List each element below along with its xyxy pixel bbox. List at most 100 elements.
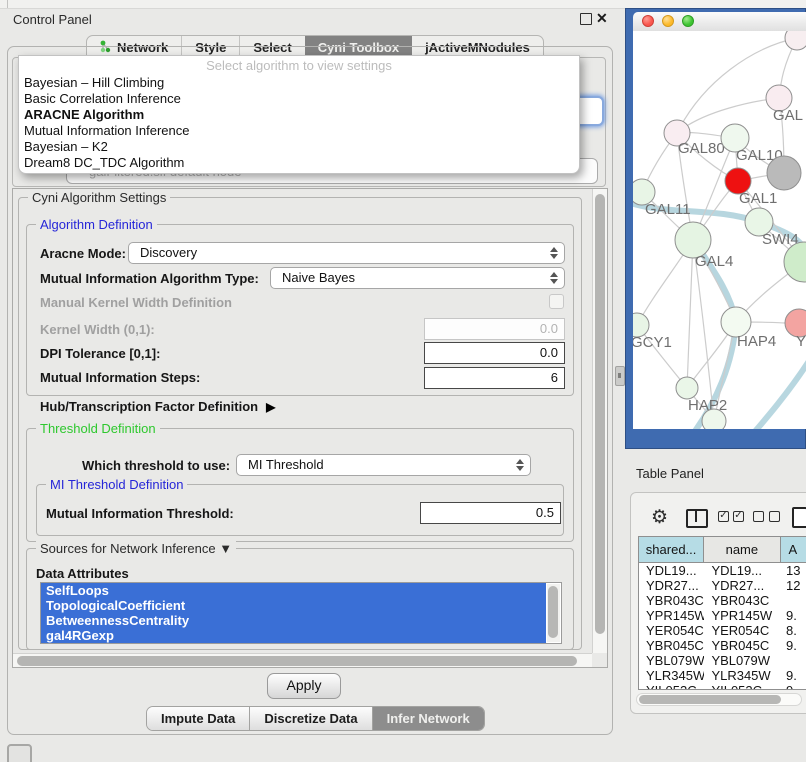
dpi-tolerance-field[interactable]: 0.0 xyxy=(424,342,565,364)
manual-kernel-checkbox[interactable] xyxy=(549,294,564,309)
dropdown-item[interactable]: Dream8 DC_TDC Algorithm xyxy=(19,155,579,171)
network-canvas[interactable]: GALGAL80GAL10GAL1GAL11SWI4GAL4HAP4YGCY1H… xyxy=(633,31,806,429)
gear-icon[interactable]: ⚙ xyxy=(651,506,668,529)
network-node[interactable] xyxy=(676,377,698,399)
list-vertical-scrollbar[interactable] xyxy=(547,584,560,642)
dropdown-item[interactable]: Basic Correlation Inference xyxy=(19,91,579,107)
panel-corner-icon[interactable] xyxy=(7,744,32,762)
which-threshold-combo[interactable]: MI Threshold xyxy=(236,454,531,476)
table-row[interactable]: YIL052C YIL052C 9 xyxy=(639,683,806,690)
attribute-item[interactable]: gal4RGexp xyxy=(41,628,546,643)
column-header-clipped[interactable]: A xyxy=(781,537,806,562)
checked-checkbox-icon[interactable]: ✓ xyxy=(718,511,729,522)
float-panel-icon[interactable] xyxy=(580,13,592,25)
hub-definition-toggle[interactable]: Hub/Transcription Factor Definition▶ xyxy=(40,399,275,414)
cell-name: YER054C xyxy=(704,623,781,638)
scrollbar-thumb[interactable] xyxy=(17,656,577,666)
close-window-icon[interactable] xyxy=(642,15,654,27)
cell-name: YBR043C xyxy=(704,593,781,608)
dpi-tolerance-label: DPI Tolerance [0,1]: xyxy=(40,346,160,361)
network-node-label: GAL80 xyxy=(678,140,725,157)
network-node-label: GAL4 xyxy=(695,253,733,270)
mi-steps-field[interactable]: 6 xyxy=(424,367,565,389)
dropdown-item[interactable]: Bayesian – K2 xyxy=(19,139,579,155)
apply-button[interactable]: Apply xyxy=(267,673,341,699)
dropdown-item-list: Bayesian – Hill ClimbingBasic Correlatio… xyxy=(19,75,579,171)
columns-icon[interactable] xyxy=(686,509,708,528)
which-threshold-value: MI Threshold xyxy=(248,457,324,472)
column-header-shared-name[interactable]: shared... xyxy=(639,537,704,562)
cell-name: YPR145W xyxy=(704,608,781,623)
screen: Control Panel ✕ Network Style Select Cyn… xyxy=(0,0,806,762)
table-row[interactable]: YPR145W YPR145W 9. xyxy=(639,608,806,623)
cell-shared-name: YBR045C xyxy=(639,638,704,653)
minimize-window-icon[interactable] xyxy=(662,15,674,27)
cell-value: 13 xyxy=(781,563,806,578)
settings-vertical-scrollbar[interactable] xyxy=(592,189,607,653)
checked-checkbox-icon[interactable]: ✓ xyxy=(733,511,744,522)
table-row[interactable]: YER054C YER054C 8. xyxy=(639,623,806,638)
column-header-name[interactable]: name xyxy=(704,537,780,562)
cell-value: 12 xyxy=(781,578,806,593)
cell-shared-name: YBR043C xyxy=(639,593,704,608)
discretize-data-button[interactable]: Discretize Data xyxy=(249,707,371,730)
table-row[interactable]: YBL079W YBL079W xyxy=(639,653,806,668)
group-title[interactable]: Sources for Network Inference ▼ xyxy=(36,541,236,556)
zoom-window-icon[interactable] xyxy=(682,15,694,27)
attribute-item[interactable]: SelfLoops xyxy=(41,583,546,598)
control-panel-title: Control Panel xyxy=(13,12,92,27)
cell-value: 9. xyxy=(781,608,806,623)
attr-items: SelfLoopsTopologicalCoefficientBetweenne… xyxy=(41,583,561,643)
table-horizontal-scrollbar[interactable] xyxy=(636,693,802,706)
group-title: Algorithm Definition xyxy=(36,217,157,232)
scrollbar-thumb[interactable] xyxy=(548,586,558,638)
table-row[interactable]: YBR043C YBR043C xyxy=(639,593,806,608)
table-row[interactable]: YBR045C YBR045C 9. xyxy=(639,638,806,653)
stepper-arrows-icon xyxy=(550,272,557,284)
group-title: Threshold Definition xyxy=(36,421,160,436)
cell-value: 9. xyxy=(781,668,806,683)
table-header-row: shared... name A xyxy=(639,537,806,563)
unchecked-checkbox-icon[interactable] xyxy=(769,511,780,522)
mi-type-combo[interactable]: Naive Bayes xyxy=(270,267,565,289)
mi-threshold-field[interactable]: 0.5 xyxy=(420,502,561,524)
attribute-item[interactable]: BetweennessCentrality xyxy=(41,613,546,628)
cell-name: YDR27... xyxy=(704,578,781,593)
scrollbar-thumb[interactable] xyxy=(595,194,605,634)
aracne-mode-label: Aracne Mode: xyxy=(40,246,126,261)
cell-name: YBR045C xyxy=(704,638,781,653)
network-window-titlebar[interactable] xyxy=(633,12,806,32)
kernel-width-label: Kernel Width (0,1): xyxy=(40,322,155,337)
data-attributes-list[interactable]: SelfLoopsTopologicalCoefficientBetweenne… xyxy=(40,582,562,644)
network-node[interactable] xyxy=(767,156,801,190)
dropdown-item[interactable]: Mutual Information Inference xyxy=(19,123,579,139)
collapse-arrow-icon: ▼ xyxy=(219,541,232,556)
split-pane-handle[interactable] xyxy=(615,366,625,386)
stepper-arrows-icon xyxy=(516,459,523,471)
impute-data-button[interactable]: Impute Data xyxy=(147,707,249,730)
cell-shared-name: YDL19... xyxy=(639,563,704,578)
table-row[interactable]: YDR27... YDR27... 12 xyxy=(639,578,806,593)
dropdown-item[interactable]: Bayesian – Hill Climbing xyxy=(19,75,579,91)
unchecked-checkbox-icon[interactable] xyxy=(753,511,764,522)
cell-shared-name: YER054C xyxy=(639,623,704,638)
cell-value xyxy=(781,653,806,668)
aracne-mode-combo[interactable]: Discovery xyxy=(128,242,565,264)
network-node-label: HAP4 xyxy=(737,333,776,350)
dropdown-item[interactable]: ARACNE Algorithm xyxy=(19,107,579,123)
table-row[interactable]: YDL19... YDL19... 13 xyxy=(639,563,806,578)
settings-horizontal-scrollbar[interactable] xyxy=(13,653,592,667)
kernel-width-field[interactable]: 0.0 xyxy=(424,318,565,340)
infer-network-button[interactable]: Infer Network xyxy=(372,707,484,730)
table-row[interactable]: YLR345W YLR345W 9. xyxy=(639,668,806,683)
dropdown-prompt: Select algorithm to view settings xyxy=(19,56,579,75)
scrollbar-thumb[interactable] xyxy=(639,695,781,704)
network-node-label: GAL11 xyxy=(645,201,691,218)
close-panel-icon[interactable]: ✕ xyxy=(596,10,608,27)
page-icon[interactable] xyxy=(792,507,806,528)
mi-type-value: Naive Bayes xyxy=(282,270,355,285)
network-node[interactable] xyxy=(702,409,726,429)
network-node[interactable] xyxy=(785,31,806,50)
node-table: shared... name A YDL19... YDL19... 13 YD… xyxy=(638,536,806,690)
attribute-item[interactable]: TopologicalCoefficient xyxy=(41,598,546,613)
